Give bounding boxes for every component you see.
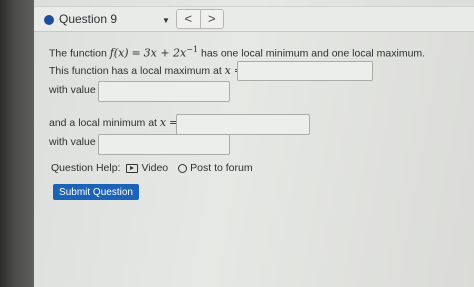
help-label: Question Help: (51, 162, 121, 174)
function-lhs: f(x) (109, 46, 129, 60)
question-nav: < > (176, 9, 224, 29)
problem-statement: The function f(x) = 3x + 2x−1 has one lo… (49, 45, 425, 60)
max-prompt-line: This function has a local maximum at x = (49, 64, 243, 77)
submit-question-button[interactable]: Submit Question (53, 184, 139, 200)
question-screen: Question 9 ▼ < > The function f(x) = 3x … (34, 0, 474, 287)
chevron-down-icon[interactable]: ▼ (162, 16, 170, 25)
next-question-button[interactable]: > (199, 10, 224, 28)
max-var: x (224, 64, 231, 77)
max-value-input[interactable] (98, 81, 230, 102)
intro-text: The function (49, 47, 107, 60)
max-x-input[interactable] (237, 61, 373, 81)
min-prompt-line: and a local minimum at x = (49, 116, 178, 129)
min-value-input[interactable] (98, 134, 230, 155)
function-rhs: 3x + 2x (143, 46, 187, 60)
video-link[interactable]: Video (141, 162, 168, 174)
min-value-prompt: with value (49, 136, 96, 148)
question-bar: Question 9 ▼ < > (34, 6, 474, 32)
post-to-forum-link[interactable]: Post to forum (190, 162, 252, 174)
monitor-bezel (0, 0, 34, 287)
min-var: x (159, 116, 167, 129)
chat-bubble-icon[interactable] (178, 163, 188, 173)
function-exponent: −1 (186, 45, 199, 54)
prev-question-button[interactable]: < (177, 10, 200, 28)
min-x-input[interactable] (176, 114, 310, 135)
question-help: Question Help: Video Post to forum (51, 162, 253, 174)
equals-sign: = (131, 46, 141, 60)
question-label[interactable]: Question 9 (59, 12, 117, 26)
max-value-prompt: with value (49, 84, 96, 96)
min-prompt: and a local minimum at (49, 117, 157, 129)
question-status-icon (44, 15, 54, 25)
max-prompt: This function has a local maximum at (49, 65, 222, 77)
statement-text: has one local minimum and one local maxi… (200, 47, 426, 60)
video-icon[interactable] (126, 163, 139, 173)
